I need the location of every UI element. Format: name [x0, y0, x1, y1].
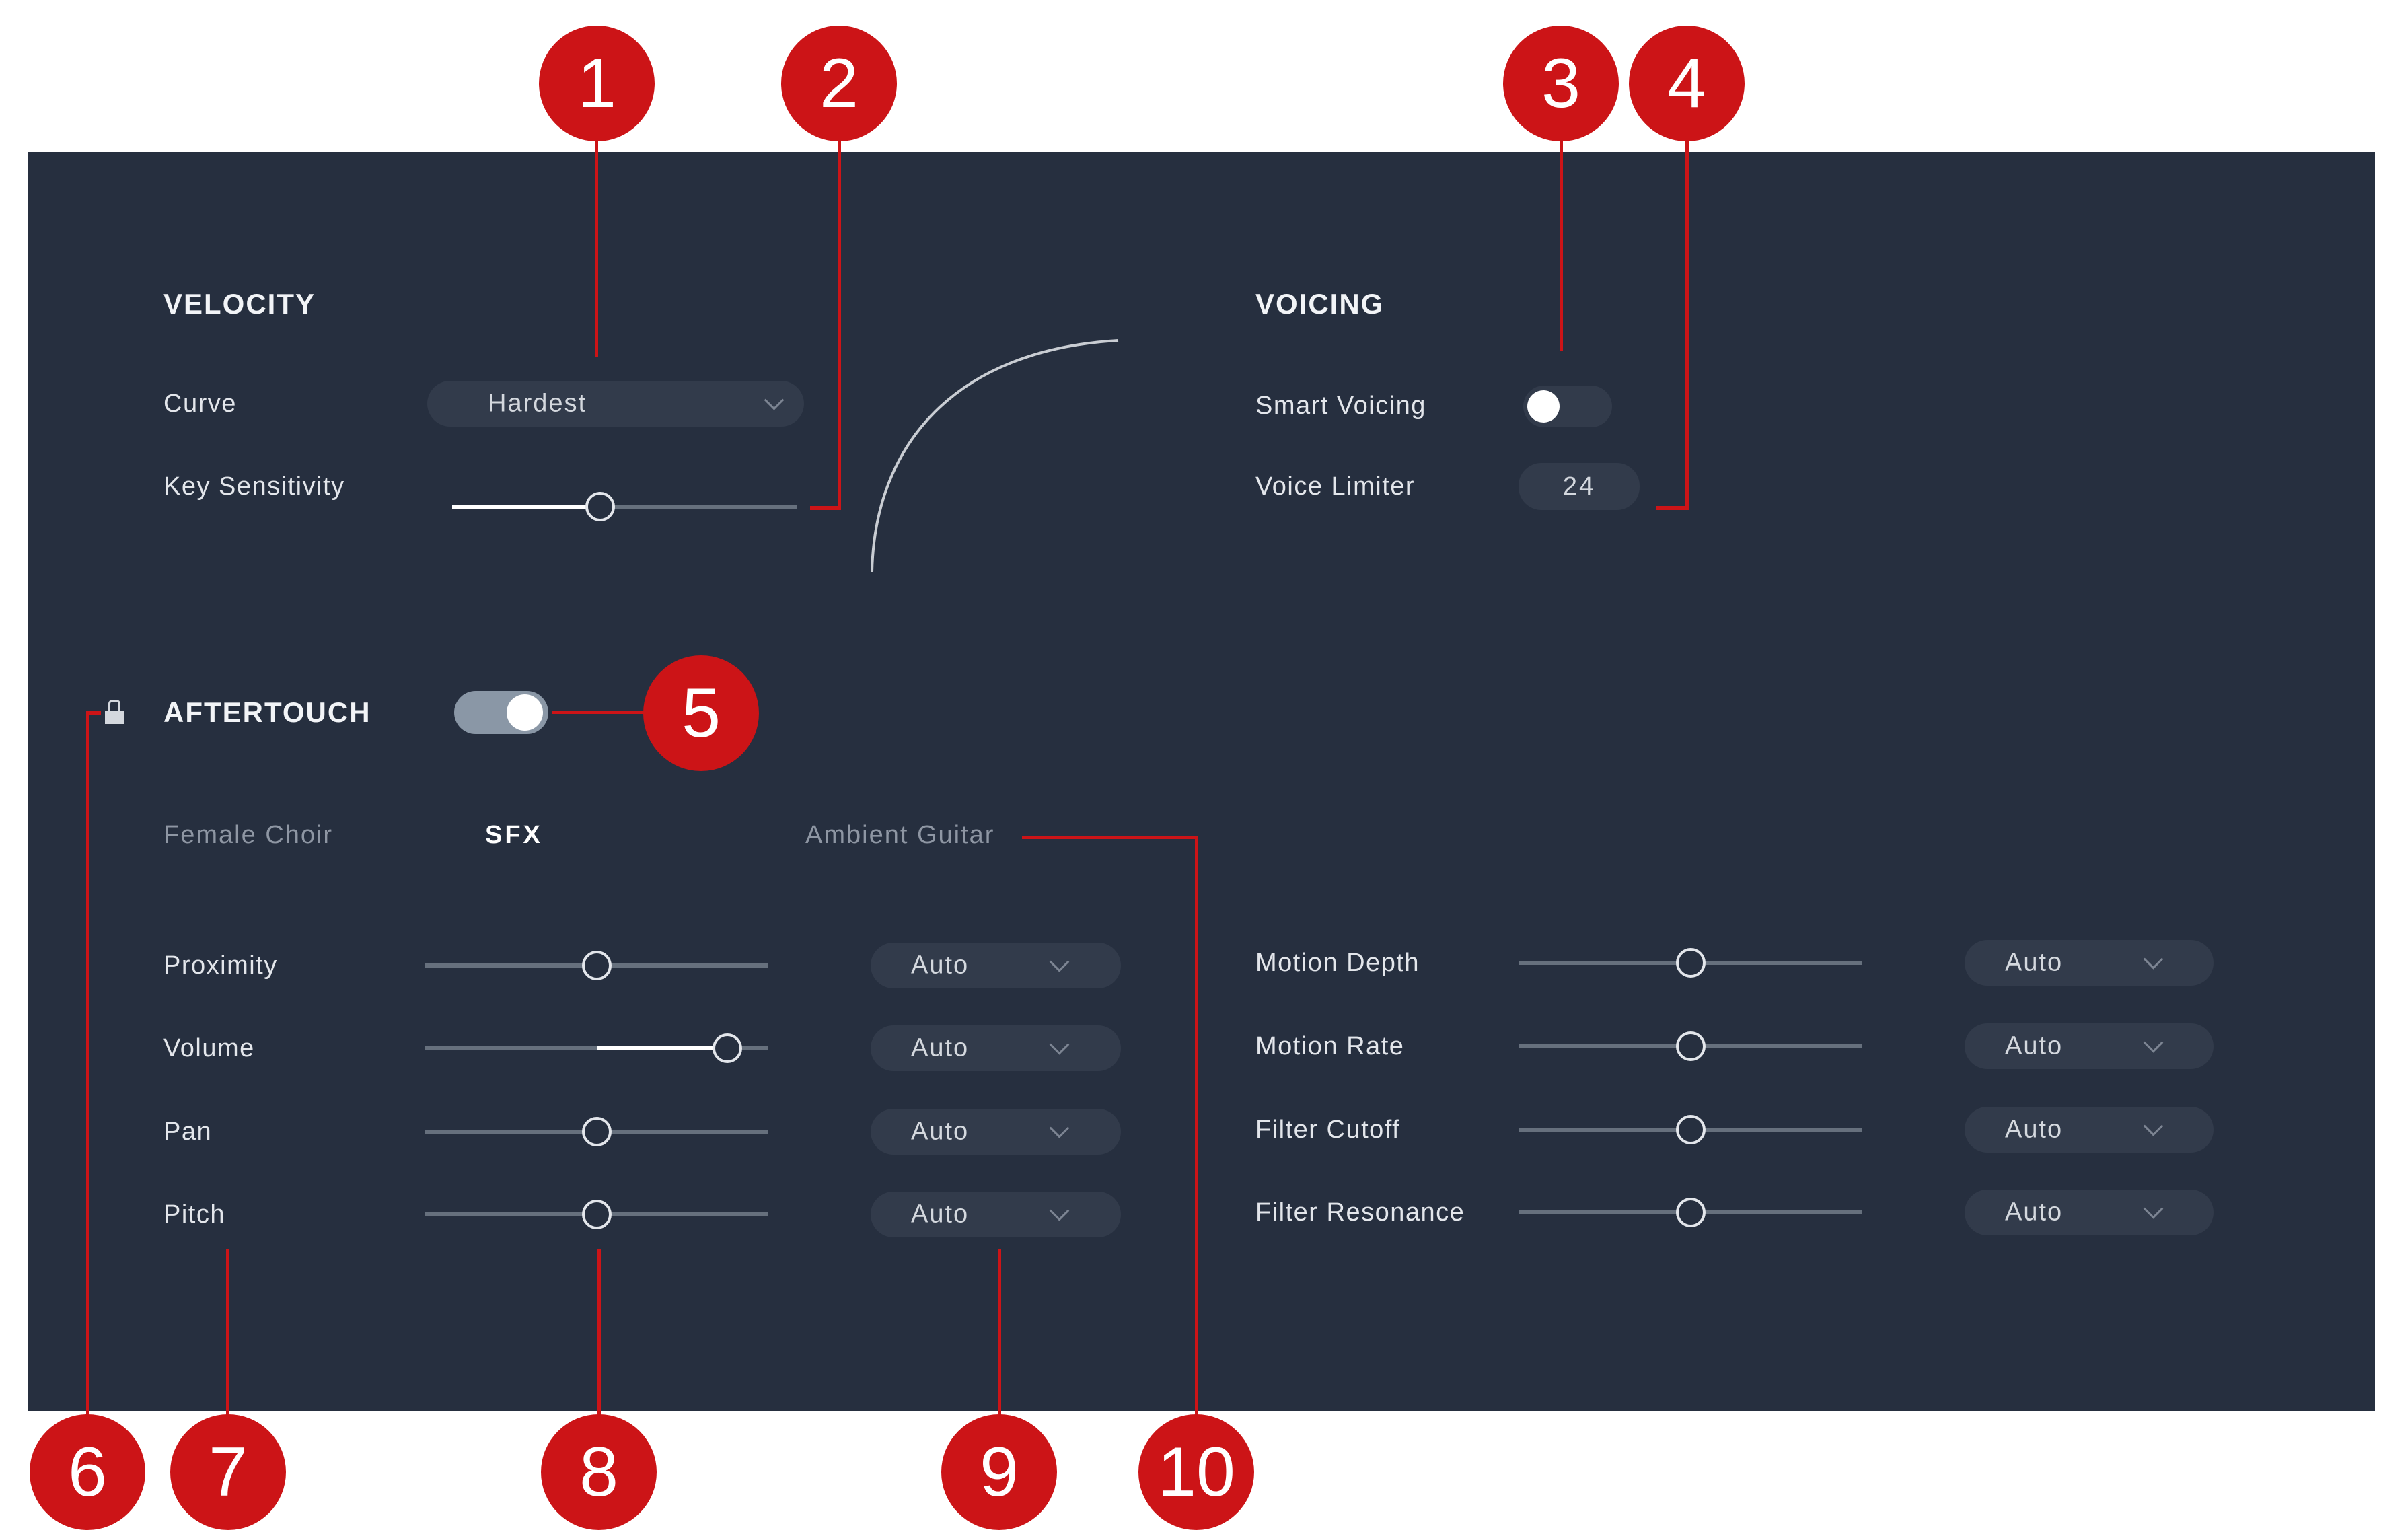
mode-value: Auto [911, 951, 970, 980]
param-slider[interactable] [1519, 948, 1862, 978]
slider-handle[interactable] [581, 951, 612, 980]
callout-6: 6 [30, 1414, 145, 1530]
voice-limiter-label: Voice Limiter [1255, 472, 1416, 501]
aftertouch-toggle[interactable] [454, 691, 548, 734]
callout-leader [552, 711, 647, 714]
smart-voicing-toggle[interactable] [1523, 386, 1612, 427]
voicing-title: VOICING [1255, 288, 1385, 320]
tab-ambient-guitar[interactable]: Ambient Guitar [805, 821, 994, 850]
mode-value: Auto [911, 1117, 970, 1146]
callout-leader [1685, 141, 1689, 509]
callout-4: 4 [1629, 26, 1745, 141]
chevron-down-icon [2143, 949, 2164, 970]
mode-value: Auto [911, 1033, 970, 1062]
param-label: Volume [163, 1034, 255, 1062]
slider-handle[interactable] [1675, 948, 1706, 978]
callout-leader [1560, 141, 1563, 351]
mode-value: Auto [2005, 1031, 2064, 1060]
callout-9: 9 [941, 1414, 1057, 1530]
callout-leader [1022, 836, 1198, 839]
param-slider[interactable] [1519, 1031, 1862, 1061]
mode-value: Auto [2005, 1115, 2064, 1144]
chevron-down-icon [1049, 1118, 1070, 1138]
callout-5: 5 [643, 655, 759, 771]
mode-value: Auto [2005, 948, 2064, 977]
param-label: Pan [163, 1118, 213, 1146]
callout-leader [1195, 836, 1198, 1424]
velocity-curve [871, 339, 1119, 573]
param-label: Filter Cutoff [1255, 1116, 1401, 1144]
param-mode-dropdown[interactable]: Auto [871, 1192, 1121, 1237]
callout-leader [86, 711, 89, 1424]
param-mode-dropdown[interactable]: Auto [871, 943, 1121, 988]
slider-handle[interactable] [1675, 1198, 1706, 1227]
callout-leader [597, 1249, 601, 1424]
chevron-down-icon [1049, 1200, 1070, 1221]
callout-leader [810, 506, 841, 510]
param-label: Motion Rate [1255, 1032, 1405, 1060]
param-slider[interactable] [1519, 1115, 1862, 1144]
lock-icon[interactable] [105, 700, 124, 724]
chevron-down-icon [2143, 1198, 2164, 1219]
callout-3: 3 [1503, 26, 1619, 141]
tab-sfx[interactable]: SFX [485, 821, 543, 850]
toggle-knob [507, 694, 543, 731]
param-slider[interactable] [425, 1033, 768, 1063]
param-mode-dropdown[interactable]: Auto [871, 1109, 1121, 1155]
param-mode-dropdown[interactable]: Auto [1965, 1190, 2214, 1235]
param-slider[interactable] [425, 1117, 768, 1146]
chevron-down-icon [2143, 1116, 2164, 1136]
callout-leader [226, 1249, 229, 1424]
callout-7: 7 [170, 1414, 286, 1530]
param-mode-dropdown[interactable]: Auto [871, 1025, 1121, 1071]
param-label: Motion Depth [1255, 949, 1420, 977]
slider-handle[interactable] [1675, 1115, 1706, 1144]
callout-leader [998, 1249, 1001, 1424]
smart-voicing-label: Smart Voicing [1255, 392, 1426, 420]
callout-2: 2 [781, 26, 897, 141]
velocity-curve-graph [871, 339, 1119, 573]
callout-leader [838, 141, 841, 509]
aftertouch-title: AFTERTOUCH [163, 696, 371, 728]
param-label: Proximity [163, 951, 278, 980]
slider-fill [596, 1046, 727, 1050]
chevron-down-icon [2143, 1032, 2164, 1053]
callout-8: 8 [541, 1414, 657, 1530]
chevron-down-icon [1049, 1034, 1070, 1055]
param-label: Pitch [163, 1200, 225, 1229]
param-slider[interactable] [1519, 1198, 1862, 1227]
slider-handle[interactable] [581, 1117, 612, 1146]
tab-female-choir[interactable]: Female Choir [163, 821, 333, 850]
mode-value: Auto [2005, 1198, 2064, 1227]
param-slider[interactable] [425, 1200, 768, 1229]
param-mode-dropdown[interactable]: Auto [1965, 1107, 2214, 1153]
mode-value: Auto [911, 1200, 970, 1229]
callout-1: 1 [539, 26, 655, 141]
chevron-down-icon [1049, 951, 1070, 972]
slider-handle[interactable] [1675, 1031, 1706, 1061]
param-mode-dropdown[interactable]: Auto [1965, 1023, 2214, 1069]
slider-handle[interactable] [581, 1200, 612, 1229]
callout-leader [1656, 506, 1689, 510]
callout-leader [595, 141, 598, 357]
param-label: Filter Resonance [1255, 1198, 1465, 1227]
voice-limiter-field[interactable]: 24 [1519, 463, 1640, 510]
param-slider[interactable] [425, 951, 768, 980]
toggle-knob [1527, 390, 1560, 423]
callout-10: 10 [1138, 1414, 1254, 1530]
param-mode-dropdown[interactable]: Auto [1965, 940, 2214, 986]
slider-handle[interactable] [712, 1033, 742, 1063]
